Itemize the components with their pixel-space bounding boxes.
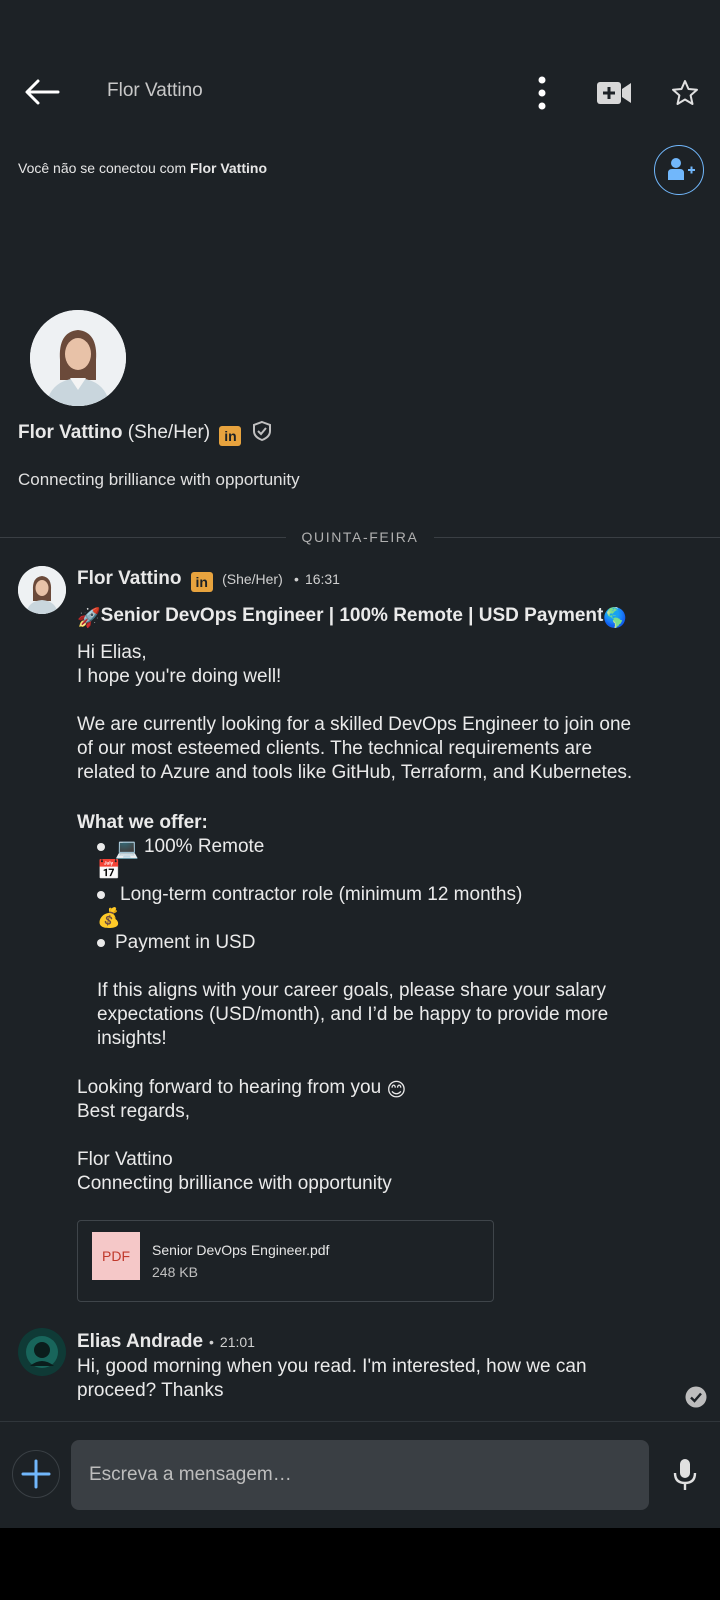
pdf-icon: PDF	[92, 1232, 140, 1280]
message-line: Hi Elias,	[77, 642, 147, 663]
message-line: insights!	[97, 1028, 167, 1049]
separator-dot: •	[209, 1334, 214, 1350]
linkedin-icon: in	[219, 426, 242, 446]
message-line: We are currently looking for a skilled D…	[77, 714, 632, 735]
not-connected-notice: Você não se conectou com Flor Vattino	[18, 160, 267, 176]
day-divider: QUINTA-FEIRA	[0, 529, 720, 545]
rocket-icon: 🚀	[77, 608, 101, 629]
microphone-icon[interactable]	[672, 1458, 698, 1492]
message-line: I hope you're doing well!	[77, 666, 282, 687]
back-arrow-icon[interactable]	[22, 72, 62, 112]
message-line: Flor Vattino	[77, 1149, 173, 1170]
offer-text: Long-term contractor role (minimum 12 mo…	[120, 884, 523, 905]
star-icon[interactable]	[670, 78, 700, 108]
sender-pronouns: (She/Her)	[222, 571, 283, 587]
message-input[interactable]	[71, 1440, 649, 1510]
message-line: Connecting brilliance with opportunity	[77, 1173, 392, 1194]
verified-shield-icon	[252, 420, 271, 442]
profile-headline: Connecting brilliance with opportunity	[18, 470, 300, 489]
message-line: Hi, good morning when you read. I'm inte…	[77, 1356, 587, 1377]
separator-dot: •	[294, 571, 299, 587]
add-attachment-button[interactable]	[12, 1450, 60, 1498]
add-connection-button[interactable]	[654, 145, 704, 195]
message-header: Flor Vattino in (She/Her) • 16:31	[77, 568, 340, 592]
message-line: expectations (USD/month), and I’d be hap…	[97, 1004, 609, 1025]
offer-heading: What we offer:	[77, 811, 208, 835]
profile-avatar[interactable]	[30, 310, 126, 406]
globe-icon: 🌎	[603, 608, 628, 629]
smile-icon: 😊	[386, 1080, 407, 1101]
profile-pronouns: (She/Her)	[127, 422, 211, 443]
plus-icon	[21, 1459, 51, 1489]
not-connected-text: Você não se conectou com	[18, 160, 187, 176]
offer-text: Payment in USD	[115, 932, 256, 953]
profile-name[interactable]: Flor Vattino	[18, 422, 123, 443]
message-subject: 🚀Senior DevOps Engineer | 100% Remote | …	[77, 604, 627, 631]
message-line: If this aligns with your career goals, p…	[97, 980, 607, 1001]
sender-name[interactable]: Flor Vattino	[77, 568, 182, 589]
offer-item: Payment in USD	[115, 931, 255, 955]
attachment-size: 248 KB	[152, 1264, 198, 1280]
message-line: of our most esteemed clients. The techni…	[77, 738, 593, 759]
bullet	[97, 939, 105, 947]
more-options-icon[interactable]	[530, 74, 554, 114]
signoff-text: Looking forward to hearing from you	[77, 1077, 382, 1098]
sender-name[interactable]: Elias Andrade	[77, 1331, 203, 1352]
profile-name-line: Flor Vattino (She/Her) in	[18, 420, 273, 446]
offer-item: Long-term contractor role (minimum 12 mo…	[120, 883, 522, 907]
system-navigation-bar	[0, 1528, 720, 1600]
linkedin-icon: in	[190, 572, 213, 592]
bullet	[97, 891, 105, 899]
sender-avatar[interactable]	[18, 566, 66, 614]
offer-item: 💻 100% Remote	[115, 835, 264, 862]
not-connected-name: Flor Vattino	[190, 160, 267, 176]
money-bag-icon: 💰	[97, 908, 121, 929]
message-line: related to Azure and tools like GitHub, …	[77, 762, 633, 783]
sender-avatar[interactable]	[18, 1328, 66, 1376]
offer-text: 100% Remote	[143, 836, 265, 857]
message-time: 21:01	[219, 1334, 255, 1350]
read-check-icon	[685, 1386, 707, 1408]
message-line: proceed? Thanks	[77, 1380, 224, 1401]
composer-divider	[0, 1421, 720, 1422]
message-header: Elias Andrade • 21:01	[77, 1331, 255, 1353]
subject-text: Senior DevOps Engineer | 100% Remote | U…	[100, 605, 604, 626]
message-line: Best regards,	[77, 1101, 190, 1122]
message-time: 16:31	[304, 571, 340, 587]
video-call-icon[interactable]	[596, 78, 632, 108]
day-label: QUINTA-FEIRA	[285, 529, 435, 545]
calendar-icon: 📅	[97, 860, 121, 881]
message-line: Looking forward to hearing from you 😊	[77, 1076, 406, 1103]
offer-heading-text: What we offer:	[77, 812, 208, 833]
conversation-title[interactable]: Flor Vattino	[107, 80, 203, 102]
attachment-filename: Senior DevOps Engineer.pdf	[152, 1242, 330, 1258]
add-connection-icon	[668, 158, 695, 180]
bullet	[97, 843, 105, 851]
